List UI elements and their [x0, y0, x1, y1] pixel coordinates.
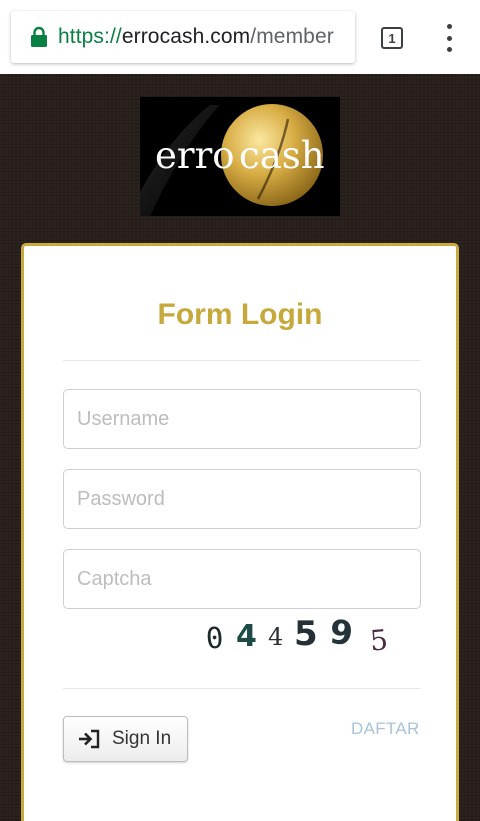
sign-in-label: Sign In	[112, 728, 172, 749]
address-bar[interactable]: https://errocash.com/member	[11, 11, 355, 63]
errocash-logo: erro cash	[140, 97, 340, 216]
captcha-digit: 5	[294, 614, 318, 654]
tab-switcher-button[interactable]: 1	[381, 27, 403, 49]
captcha-digit: 9	[328, 612, 355, 653]
captcha-digit: 0	[205, 621, 225, 656]
browser-toolbar: https://errocash.com/member 1	[0, 0, 480, 74]
register-link[interactable]: DAFTAR	[351, 719, 420, 739]
actions-divider	[63, 688, 421, 689]
title-divider	[63, 360, 421, 361]
lock-icon	[31, 26, 47, 47]
url-path: /member	[250, 25, 334, 48]
url-host: errocash.com	[121, 25, 251, 48]
username-input[interactable]	[63, 389, 421, 449]
captcha-image: 0 4 4 5 9 5	[205, 612, 390, 656]
logo-text-right: cash	[239, 134, 325, 177]
sign-in-icon	[79, 729, 100, 749]
captcha-digit: 5	[369, 623, 390, 656]
captcha-digit: 4	[236, 619, 257, 654]
url-scheme: https://	[58, 25, 122, 48]
password-input[interactable]	[63, 469, 421, 529]
logo-text-left: erro	[155, 134, 235, 177]
kebab-menu-icon[interactable]	[440, 24, 458, 52]
captcha-digit: 4	[268, 623, 283, 651]
form-title: Form Login	[157, 298, 323, 331]
captcha-input[interactable]	[63, 549, 421, 609]
sign-in-button[interactable]: Sign In	[63, 716, 188, 762]
url-text: https://errocash.com/member	[58, 25, 334, 49]
login-form-card: Form Login 0 4 4 5 9 5 Sign In DAFTAR	[21, 243, 459, 821]
